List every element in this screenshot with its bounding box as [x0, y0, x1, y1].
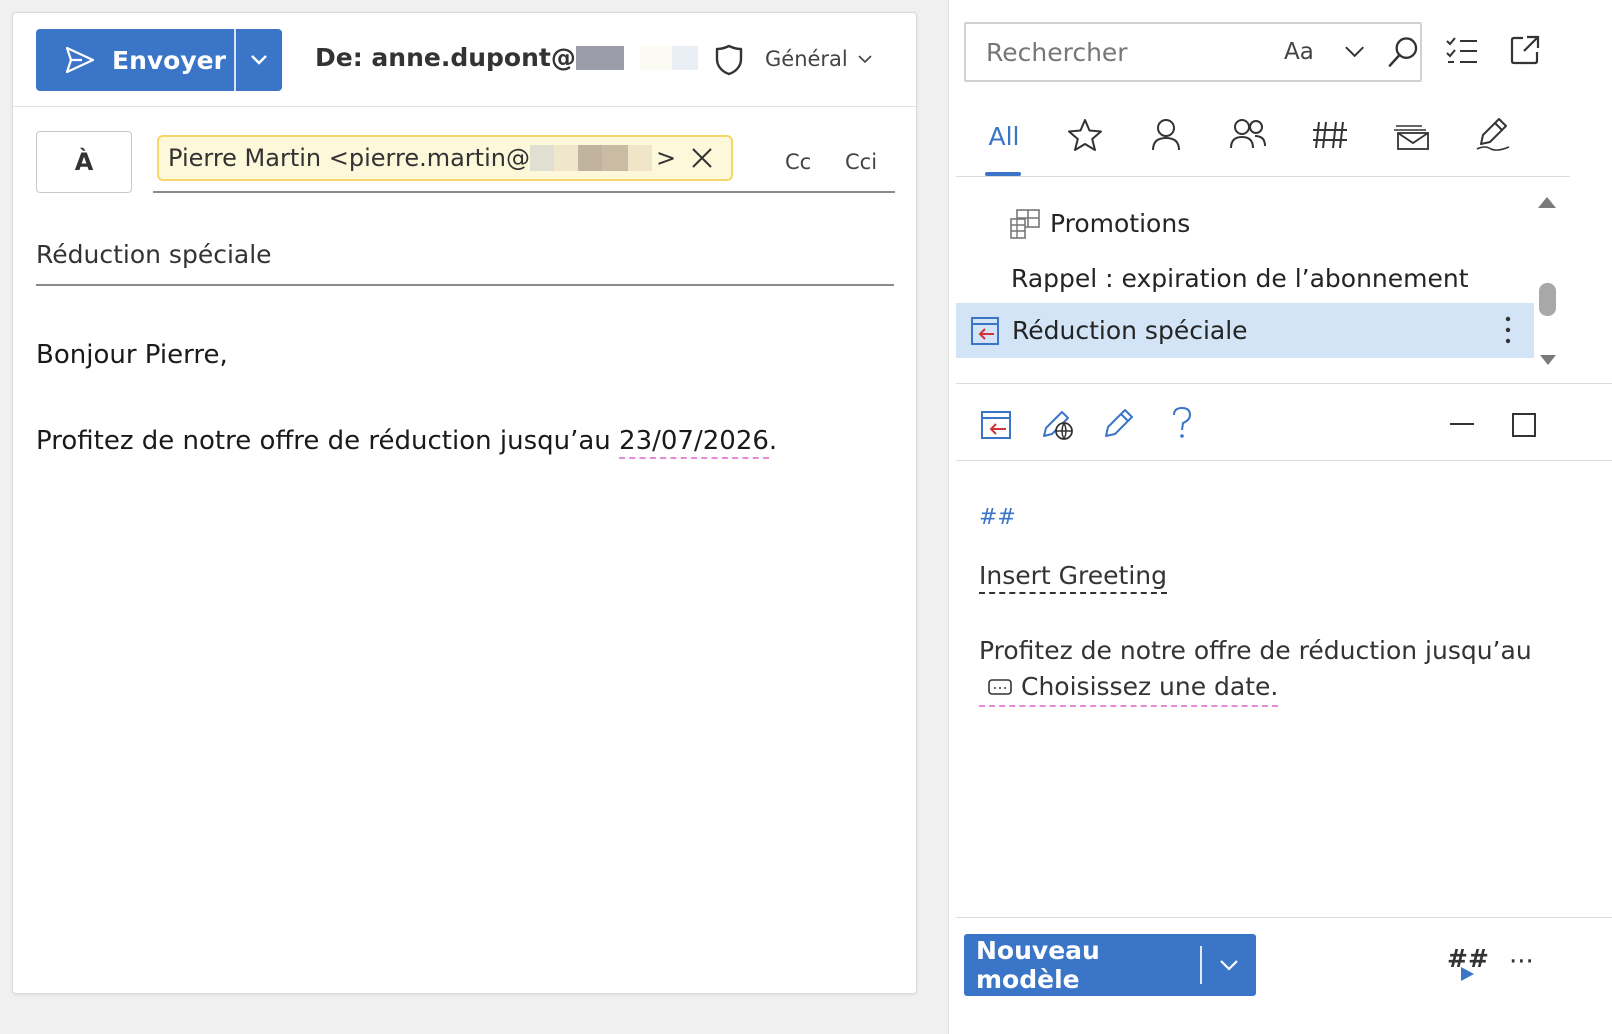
- date-placeholder[interactable]: Choisissez une date.: [979, 669, 1279, 707]
- send-divider: [234, 29, 236, 91]
- filters-divider: [956, 176, 1570, 177]
- list-item-label: Rappel : expiration de l’abonnement: [1011, 264, 1469, 293]
- help-icon[interactable]: [1171, 406, 1193, 440]
- recipient-name: Pierre Martin <pierre.martin@: [168, 144, 530, 172]
- body-sentence: Profitez de notre offre de réduction jus…: [36, 426, 620, 456]
- from-field[interactable]: De: anne.dupont@: [315, 43, 698, 72]
- tab-all[interactable]: All: [985, 108, 1023, 178]
- edit-globe-icon[interactable]: [1040, 406, 1076, 442]
- list-item-label: Promotions: [1050, 209, 1191, 238]
- recipient-chip[interactable]: Pierre Martin <pierre.martin@ >: [157, 135, 733, 181]
- pencil-icon[interactable]: [1102, 406, 1136, 440]
- to-button[interactable]: À: [36, 131, 132, 193]
- preview-hash-marker: ##: [979, 505, 1016, 530]
- new-template-divider: [1200, 946, 1202, 984]
- recipient-suffix: >: [655, 144, 677, 172]
- compose-window: Envoyer De: anne.dupont@ Général À Pierr…: [12, 12, 917, 994]
- mail-stack-icon[interactable]: [1392, 122, 1430, 150]
- body-text[interactable]: Profitez de notre offre de réduction jus…: [36, 426, 778, 459]
- search-icon[interactable]: [1387, 35, 1420, 69]
- redacted-block: [575, 45, 624, 70]
- body-end: .: [768, 426, 778, 456]
- date-placeholder-text: Choisissez une date.: [1021, 672, 1279, 701]
- more-options-button[interactable]: ···: [1509, 947, 1534, 977]
- redacted-block: [553, 145, 578, 171]
- footer-divider: [956, 917, 1612, 918]
- pop-out-icon[interactable]: [1509, 34, 1541, 66]
- list-divider: [956, 383, 1612, 384]
- send-options-button[interactable]: [236, 29, 282, 91]
- close-icon[interactable]: [691, 147, 713, 169]
- redacted-block: [529, 145, 554, 171]
- folder-table-icon: [1010, 208, 1040, 239]
- date-field-icon: [988, 679, 1012, 695]
- templates-pane: Aa All: [948, 0, 1612, 1034]
- list-item[interactable]: Rappel : expiration de l’abonnement: [956, 251, 1534, 306]
- filter-tabs: All: [949, 108, 1563, 178]
- search-box: Aa: [964, 22, 1422, 82]
- redacted-block: [623, 45, 640, 70]
- subject-underline: [36, 284, 894, 286]
- send-button[interactable]: Envoyer: [36, 29, 234, 91]
- checklist-icon[interactable]: [1445, 36, 1479, 66]
- play-icon: [1461, 967, 1474, 981]
- scrollbar-thumb[interactable]: [1539, 283, 1556, 316]
- redacted-block: [639, 45, 672, 70]
- subject-input[interactable]: Réduction spéciale: [36, 240, 272, 269]
- chevron-down-icon: [251, 55, 267, 65]
- people-icon[interactable]: [1229, 118, 1267, 150]
- new-template-options-button[interactable]: [1202, 959, 1256, 971]
- templates-list: Promotions Rappel : expiration de l’abon…: [956, 190, 1534, 380]
- more-options-icon[interactable]: [1504, 315, 1512, 345]
- sensitivity-dropdown[interactable]: Général: [765, 47, 872, 71]
- list-item[interactable]: Promotions: [956, 196, 1534, 251]
- chevron-down-icon[interactable]: [1344, 45, 1365, 59]
- redacted-block: [601, 145, 628, 171]
- list-item-label: Réduction spéciale: [1012, 316, 1248, 345]
- to-field-underline: [153, 191, 895, 193]
- maximize-icon[interactable]: [1511, 412, 1537, 438]
- new-template-button-group: Nouveau modèle: [964, 934, 1256, 996]
- preview-text: Profitez de notre offre de réduction jus…: [979, 633, 1539, 707]
- scroll-up-arrow-icon[interactable]: [1537, 195, 1557, 209]
- search-input[interactable]: [984, 36, 1274, 68]
- body-greeting[interactable]: Bonjour Pierre,: [36, 340, 228, 370]
- chevron-down-icon: [858, 55, 872, 64]
- cc-button[interactable]: Cc: [785, 150, 811, 174]
- new-template-button[interactable]: Nouveau modèle: [964, 936, 1200, 994]
- minimize-icon[interactable]: [1449, 422, 1475, 426]
- redacted-block: [671, 45, 698, 70]
- match-case-toggle[interactable]: Aa: [1284, 39, 1314, 65]
- header-divider: [13, 106, 916, 107]
- send-label: Envoyer: [112, 45, 226, 75]
- scroll-down-arrow-icon[interactable]: [1539, 353, 1557, 367]
- insert-template-icon: [971, 316, 999, 345]
- sensitivity-label: Général: [765, 47, 848, 71]
- send-button-group: Envoyer: [36, 29, 282, 91]
- signature-pen-icon[interactable]: [1475, 116, 1511, 152]
- hash-icon[interactable]: [1311, 120, 1349, 150]
- redacted-block: [627, 145, 652, 171]
- chevron-down-icon: [1220, 960, 1238, 971]
- list-item-selected[interactable]: Réduction spéciale: [956, 303, 1534, 358]
- insert-template-icon[interactable]: [979, 408, 1013, 442]
- bcc-button[interactable]: Cci: [845, 150, 877, 174]
- redacted-block: [577, 145, 602, 171]
- body-date: 23/07/2026: [619, 426, 769, 459]
- from-address: De: anne.dupont@: [315, 43, 576, 72]
- preview-greeting-field[interactable]: Insert Greeting: [979, 561, 1167, 594]
- toolbar-divider: [956, 460, 1612, 461]
- shield-icon[interactable]: [713, 43, 745, 77]
- person-icon[interactable]: [1150, 118, 1182, 152]
- star-icon[interactable]: [1067, 118, 1103, 152]
- preview-sentence: Profitez de notre offre de réduction jus…: [979, 636, 1532, 665]
- send-icon: [65, 46, 95, 74]
